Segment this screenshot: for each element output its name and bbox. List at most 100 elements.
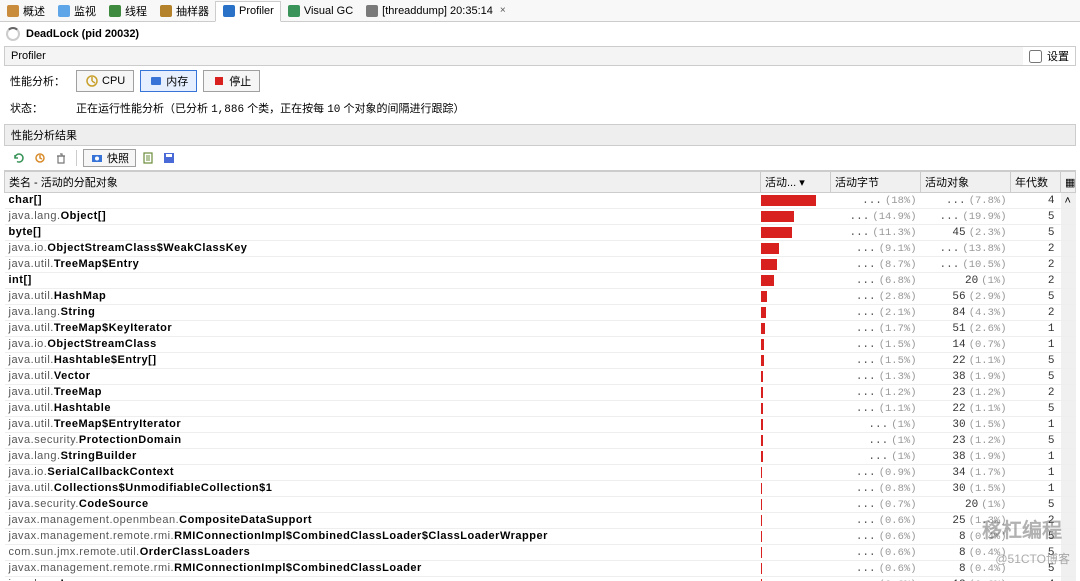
memory-button[interactable]: 内存 <box>140 70 197 92</box>
table-row[interactable]: java.security.CodeSource... (0.7%)20 (1%… <box>5 497 1076 513</box>
tab-label: 概述 <box>23 3 45 19</box>
settings-label: 设置 <box>1047 48 1069 64</box>
tab-label: Visual GC <box>304 5 353 17</box>
table-row[interactable]: java.util.TreeMap$KeyIterator... (1.7%)5… <box>5 321 1076 337</box>
cell-classname: java.util.Collections$UnmodifiableCollec… <box>5 481 761 497</box>
table-row[interactable]: java.lang.String... (2.1%)84 (4.3%)2 <box>5 305 1076 321</box>
table-row[interactable]: java.util.Collections$UnmodifiableCollec… <box>5 481 1076 497</box>
table-row[interactable]: int[]... (6.8%)20 (1%)2 <box>5 273 1076 289</box>
scroll-gutter[interactable] <box>1061 481 1076 497</box>
table-row[interactable]: java.io.ObjectStreamClass... (1.5%)14 (0… <box>5 337 1076 353</box>
cell-bar <box>761 337 831 353</box>
scroll-gutter[interactable] <box>1061 417 1076 433</box>
scroll-gutter[interactable] <box>1061 385 1076 401</box>
tab-profiler[interactable]: Profiler <box>215 1 281 22</box>
col-menu-icon[interactable]: ▦ <box>1061 172 1076 193</box>
header: DeadLock (pid 20032) <box>0 22 1080 46</box>
table-row[interactable]: java.lang.StringBuilder... (1%)38 (1.9%)… <box>5 449 1076 465</box>
scroll-gutter[interactable] <box>1061 465 1076 481</box>
stop-button[interactable]: 停止 <box>203 70 260 92</box>
auto-refresh-icon[interactable] <box>31 149 49 167</box>
snapshot-button[interactable]: 快照 <box>83 149 136 167</box>
table-row[interactable]: java.security.ProtectionDomain... (1%)23… <box>5 433 1076 449</box>
table-row[interactable]: javax.management.openmbean.CompositeData… <box>5 513 1076 529</box>
profiler-subheader: Profiler 设置 <box>4 46 1076 66</box>
cell-bytes: ... (2.8%) <box>831 289 921 305</box>
table-row[interactable]: java.lang.Object[]... (14.9%)... (19.9%)… <box>5 209 1076 225</box>
table-row[interactable]: java.io.SerialCallbackContext... (0.9%)3… <box>5 465 1076 481</box>
table-row[interactable]: char[]... (18%)... (7.8%)4˄ <box>5 193 1076 209</box>
table-row[interactable]: javax.management.remote.rmi.RMIConnectio… <box>5 561 1076 577</box>
scroll-gutter[interactable] <box>1061 545 1076 561</box>
table-row[interactable]: byte[]... (11.3%)45 (2.3%)5 <box>5 225 1076 241</box>
cell-generations: 2 <box>1011 513 1061 529</box>
cell-classname: java.lang.String <box>5 305 761 321</box>
table-row[interactable]: java.util.TreeMap... (1.2%)23 (1.2%)2 <box>5 385 1076 401</box>
tab-[interactable]: 监视 <box>51 0 102 21</box>
cell-classname: java.security.ProtectionDomain <box>5 433 761 449</box>
settings-toggle[interactable]: 设置 <box>1023 48 1075 64</box>
scroll-gutter[interactable] <box>1061 225 1076 241</box>
scroll-gutter[interactable] <box>1061 257 1076 273</box>
cell-generations: 1 <box>1011 417 1061 433</box>
refresh-icon[interactable] <box>10 149 28 167</box>
table-row[interactable]: java.util.Vector... (1.3%)38 (1.9%)5 <box>5 369 1076 385</box>
close-icon[interactable]: × <box>500 5 506 16</box>
results-toolbar: 快照 <box>4 146 1076 171</box>
settings-checkbox[interactable] <box>1029 50 1042 63</box>
col-active-objects[interactable]: 活动对象 <box>921 172 1011 193</box>
tab-[interactable]: 线程 <box>102 0 153 21</box>
tab-threaddump203514[interactable]: [threaddump] 20:35:14× <box>359 0 512 21</box>
cell-objects: 34 (1.7%) <box>921 465 1011 481</box>
table-row[interactable]: java.io.ObjectStreamClass$WeakClassKey..… <box>5 241 1076 257</box>
tab-visualgc[interactable]: Visual GC <box>281 0 359 21</box>
cell-bar <box>761 353 831 369</box>
cell-objects: ... (19.9%) <box>921 209 1011 225</box>
scroll-gutter[interactable] <box>1061 305 1076 321</box>
scroll-gutter[interactable] <box>1061 561 1076 577</box>
scroll-gutter[interactable] <box>1061 513 1076 529</box>
results-table: 类名 - 活动的分配对象 活动... ▾ 活动字节 活动对象 年代数 ▦ cha… <box>4 171 1076 581</box>
cell-generations: 5 <box>1011 369 1061 385</box>
cell-bytes: ... (0.6%) <box>831 513 921 529</box>
scroll-gutter[interactable] <box>1061 449 1076 465</box>
col-generations[interactable]: 年代数 <box>1011 172 1061 193</box>
cell-bytes: ... (0.6%) <box>831 545 921 561</box>
table-row[interactable]: java.util.TreeMap$Entry... (8.7%)... (10… <box>5 257 1076 273</box>
table-row[interactable]: javax.management.remote.rmi.RMIConnectio… <box>5 529 1076 545</box>
scroll-gutter[interactable] <box>1061 529 1076 545</box>
scroll-gutter[interactable] <box>1061 241 1076 257</box>
scroll-gutter[interactable] <box>1061 209 1076 225</box>
scroll-gutter[interactable] <box>1061 289 1076 305</box>
export-icon[interactable] <box>139 149 157 167</box>
tab-label: 抽样器 <box>176 3 209 19</box>
save-icon[interactable] <box>160 149 178 167</box>
scroll-gutter[interactable] <box>1061 337 1076 353</box>
table-row[interactable]: com.sun.jmx.remote.util.OrderClassLoader… <box>5 545 1076 561</box>
table-row[interactable]: java.util.HashMap... (2.8%)56 (2.9%)5 <box>5 289 1076 305</box>
scroll-gutter[interactable]: ˄ <box>1061 193 1076 209</box>
scroll-gutter[interactable] <box>1061 273 1076 289</box>
tab-[interactable]: 概述 <box>0 0 51 21</box>
cell-objects: 51 (2.6%) <box>921 321 1011 337</box>
scroll-gutter[interactable] <box>1061 321 1076 337</box>
table-row[interactable]: java.util.TreeMap$EntryIterator... (1%)3… <box>5 417 1076 433</box>
scroll-gutter[interactable] <box>1061 401 1076 417</box>
cpu-button[interactable]: CPU <box>76 70 134 92</box>
scroll-gutter[interactable] <box>1061 369 1076 385</box>
scroll-gutter[interactable] <box>1061 353 1076 369</box>
cell-bytes: ... (0.6%) <box>831 561 921 577</box>
tab-[interactable]: 抽样器 <box>153 0 215 21</box>
table-row[interactable]: java.util.Hashtable$Entry[]... (1.5%)22 … <box>5 353 1076 369</box>
scroll-gutter[interactable] <box>1061 497 1076 513</box>
col-active-bytes[interactable]: 活动字节 <box>831 172 921 193</box>
gc-icon[interactable] <box>52 149 70 167</box>
col-active-bytes-bar[interactable]: 活动... ▾ <box>761 172 831 193</box>
table-row[interactable]: java.util.Hashtable... (1.1%)22 (1.1%)5 <box>5 401 1076 417</box>
scroll-gutter[interactable] <box>1061 433 1076 449</box>
col-classname[interactable]: 类名 - 活动的分配对象 <box>5 172 761 193</box>
process-title: DeadLock (pid 20032) <box>26 28 139 40</box>
cell-bar <box>761 289 831 305</box>
cell-bytes: ... (0.7%) <box>831 497 921 513</box>
cell-objects: ... (7.8%) <box>921 193 1011 209</box>
